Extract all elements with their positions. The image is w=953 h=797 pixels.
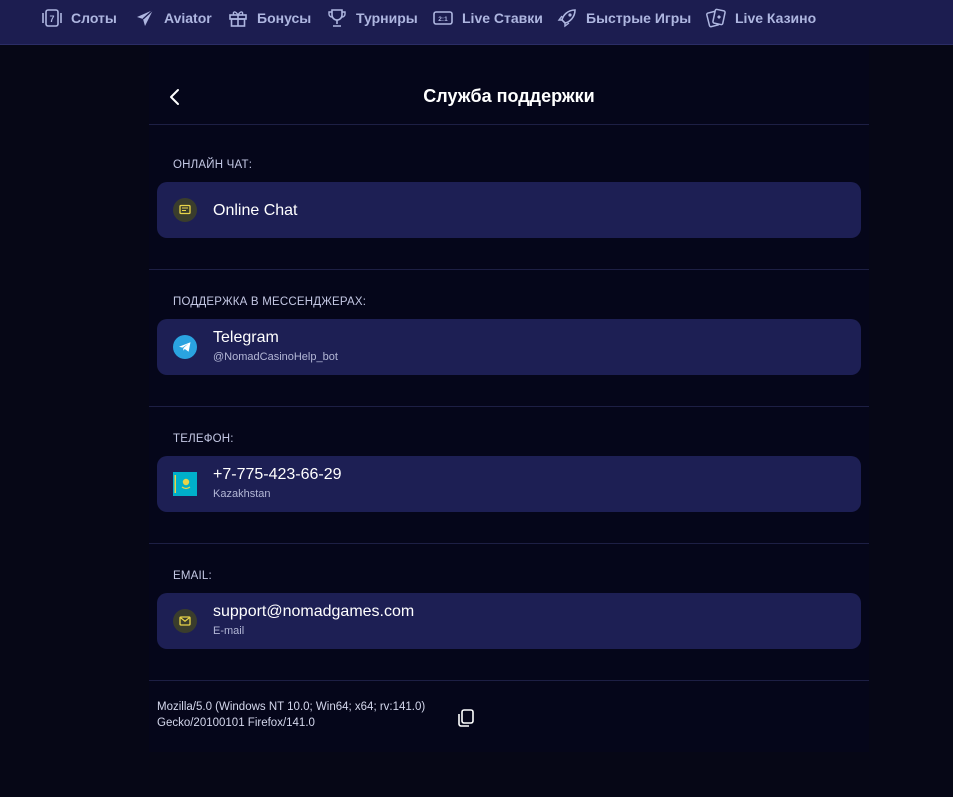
divider [149, 680, 869, 681]
telegram-icon [173, 335, 197, 359]
nav-label: Турниры [356, 10, 418, 26]
nav-label: Слоты [71, 10, 117, 26]
user-agent-line: Gecko/20100101 Firefox/141.0 [157, 717, 315, 729]
section-label-phone: ТЕЛЕФОН: [173, 433, 234, 445]
card-title: support@nomadgames.com [213, 603, 415, 620]
divider [149, 406, 869, 407]
trophy-icon [326, 7, 348, 29]
card-title: Telegram [213, 329, 279, 346]
nav-item-tournaments[interactable]: Турниры [326, 0, 418, 36]
kazakhstan-flag-icon [173, 472, 197, 496]
nav-item-live-casino[interactable]: Live Казино [705, 0, 816, 36]
online-chat-card[interactable]: Online Chat [157, 182, 861, 238]
section-label-messengers: ПОДДЕРЖКА В МЕССЕНДЖЕРАХ: [173, 296, 367, 308]
scoreboard-icon: 2:1 [432, 7, 454, 29]
card-title: +7-775-423-66-29 [213, 466, 342, 483]
cards-icon [705, 7, 727, 29]
support-panel: Служба поддержки ОНЛАЙН ЧАТ: Online Chat… [149, 45, 869, 752]
nav-label: Бонусы [257, 10, 312, 26]
gift-icon [227, 7, 249, 29]
nav-item-bonuses[interactable]: Бонусы [227, 0, 311, 36]
section-label-email: EMAIL: [173, 570, 212, 582]
plane-icon [134, 7, 156, 29]
nav-label: Aviator [164, 10, 212, 26]
top-navigation: 7 Слоты Aviator Бонусы Турниры 2:1 Live … [0, 0, 953, 45]
rocket-icon [556, 7, 578, 29]
svg-text:2:1: 2:1 [438, 16, 448, 23]
nav-item-fast-games[interactable]: Быстрые Игры [556, 0, 691, 36]
nav-label: Быстрые Игры [586, 10, 692, 26]
section-label-chat: ОНЛАЙН ЧАТ: [173, 159, 253, 171]
nav-item-aviator[interactable]: Aviator [134, 0, 212, 36]
phone-card[interactable]: +7-775-423-66-29 Kazakhstan [157, 456, 861, 512]
card-subtitle: Kazakhstan [213, 488, 271, 500]
user-agent-text: Mozilla/5.0 (Windows NT 10.0; Win64; x64… [157, 699, 437, 731]
divider [149, 269, 869, 270]
nav-label: Live Ставки [462, 10, 543, 26]
page-title: Служба поддержки [423, 86, 595, 106]
user-agent-line: Mozilla/5.0 (Windows NT 10.0; Win64; x64… [157, 701, 426, 713]
telegram-card[interactable]: Telegram @NomadCasinoHelp_bot [157, 319, 861, 375]
copy-icon[interactable] [455, 707, 477, 729]
card-subtitle: E-mail [213, 625, 245, 637]
svg-text:7: 7 [49, 14, 54, 24]
nav-item-live-bets[interactable]: 2:1 Live Ставки [432, 0, 543, 36]
nav-item-slots[interactable]: 7 Слоты [41, 0, 117, 36]
email-card[interactable]: support@nomadgames.com E-mail [157, 593, 861, 649]
nav-label: Live Казино [735, 10, 817, 26]
mail-icon [173, 609, 197, 633]
card-title: Online Chat [213, 202, 298, 219]
slots-icon: 7 [41, 7, 63, 29]
card-subtitle: @NomadCasinoHelp_bot [213, 351, 338, 363]
panel-header: Служба поддержки [149, 45, 869, 125]
divider [149, 543, 869, 544]
chat-icon [173, 198, 197, 222]
